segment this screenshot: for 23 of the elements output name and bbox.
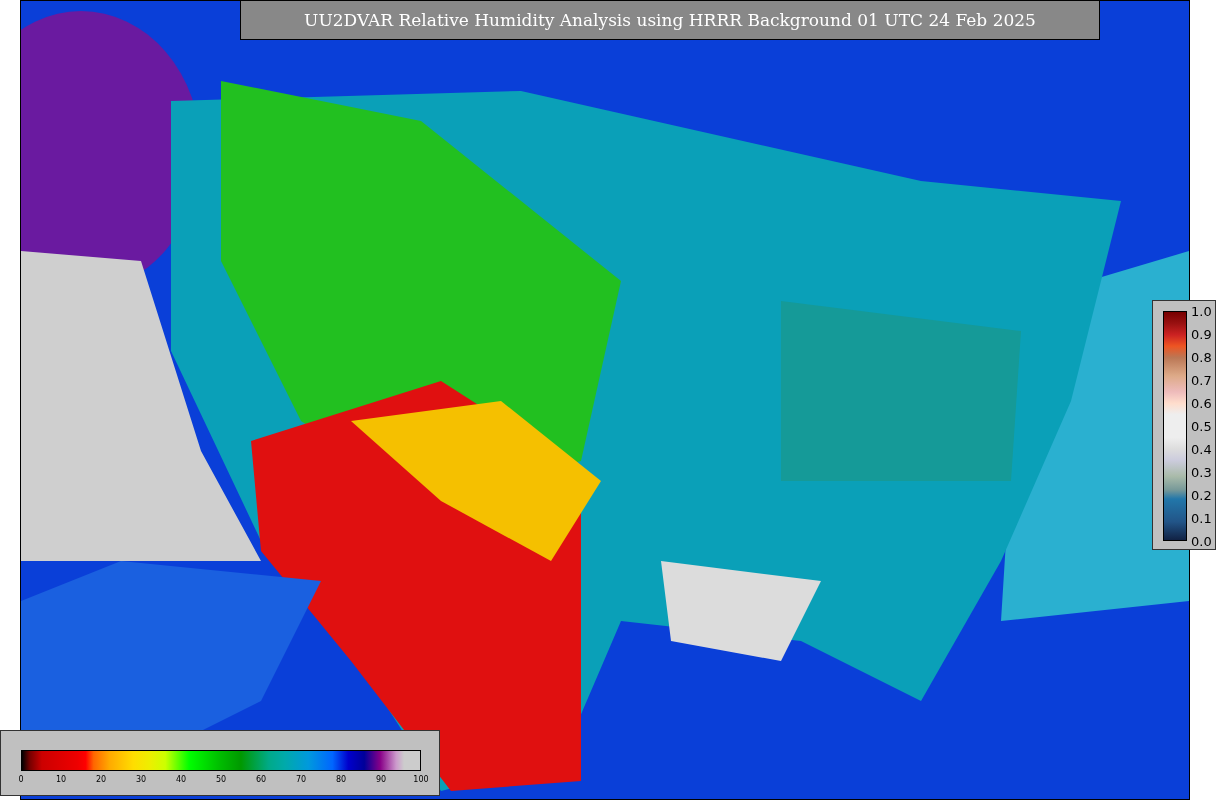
colorbar-tick-label: 0.7 — [1191, 372, 1212, 388]
colorbar-tick-label: 0.8 — [1191, 349, 1212, 365]
colorbar-tick-label: 60 — [255, 775, 267, 784]
colorbar-tick-label: 50 — [215, 775, 227, 784]
colorbar-tick-label: 30 — [135, 775, 147, 784]
colorbar-tick-label: 0.2 — [1191, 487, 1212, 503]
colorbar-tick-label: 0.0 — [1191, 533, 1212, 549]
colorbar-tick-label: 0 — [18, 775, 24, 784]
colorbar-tick-label: 0.9 — [1191, 326, 1212, 342]
colorbar-tick-label: 80 — [335, 775, 347, 784]
colorbar-tick-label: 0.5 — [1191, 418, 1212, 434]
colorbar-tick-label: 0.3 — [1191, 464, 1212, 480]
colorbar-tick-label: 70 — [295, 775, 307, 784]
colorbar-tick-label: 0.4 — [1191, 441, 1212, 457]
colorbar-tick-label: 20 — [95, 775, 107, 784]
colorbar-tick-label: 1.0 — [1191, 303, 1212, 319]
colorbar-tick-label: 90 — [375, 775, 387, 784]
colorbar-tick-label: 0.6 — [1191, 395, 1212, 411]
colorbar-tick-label: 0.1 — [1191, 510, 1212, 526]
colorbar-tick-label: 40 — [175, 775, 187, 784]
map-title: UU2DVAR Relative Humidity Analysis using HRRR Background 01 UTC 24 Feb 2025 — [240, 0, 1100, 40]
colorbar-tick-label: 10 — [55, 775, 67, 784]
colorbar-tick-label: 100 — [413, 775, 429, 784]
